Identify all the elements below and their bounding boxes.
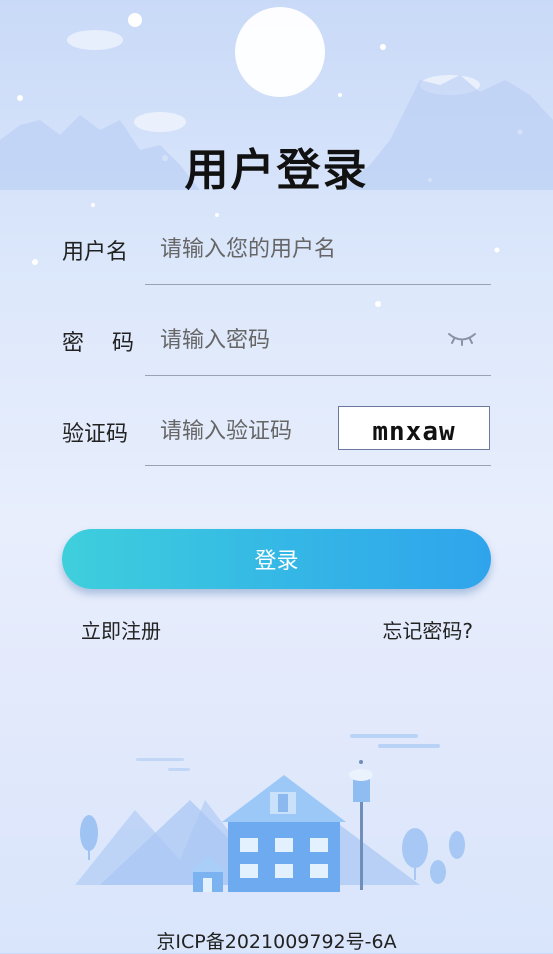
captcha-label: 验证码	[62, 422, 129, 447]
register-link[interactable]: 立即注册	[81, 615, 161, 644]
login-button[interactable]: 登录	[62, 529, 491, 589]
password-underline	[145, 375, 491, 376]
username-label: 用户名	[62, 240, 129, 265]
username-input[interactable]	[160, 233, 480, 265]
page-title: 用户登录	[184, 145, 369, 196]
captcha-input[interactable]	[160, 415, 330, 447]
captcha-underline	[145, 465, 491, 466]
icp-record[interactable]: 京ICP备2021009792号-6A	[0, 927, 553, 954]
captcha-image[interactable]: mnxaw	[338, 406, 490, 450]
username-underline	[145, 284, 491, 285]
password-input[interactable]	[160, 324, 430, 356]
town-scene	[40, 734, 520, 920]
password-label: 密 码	[62, 331, 138, 356]
moon-icon	[235, 7, 325, 97]
eye-closed-icon[interactable]	[446, 326, 478, 348]
forgot-password-link[interactable]: 忘记密码?	[382, 615, 473, 644]
